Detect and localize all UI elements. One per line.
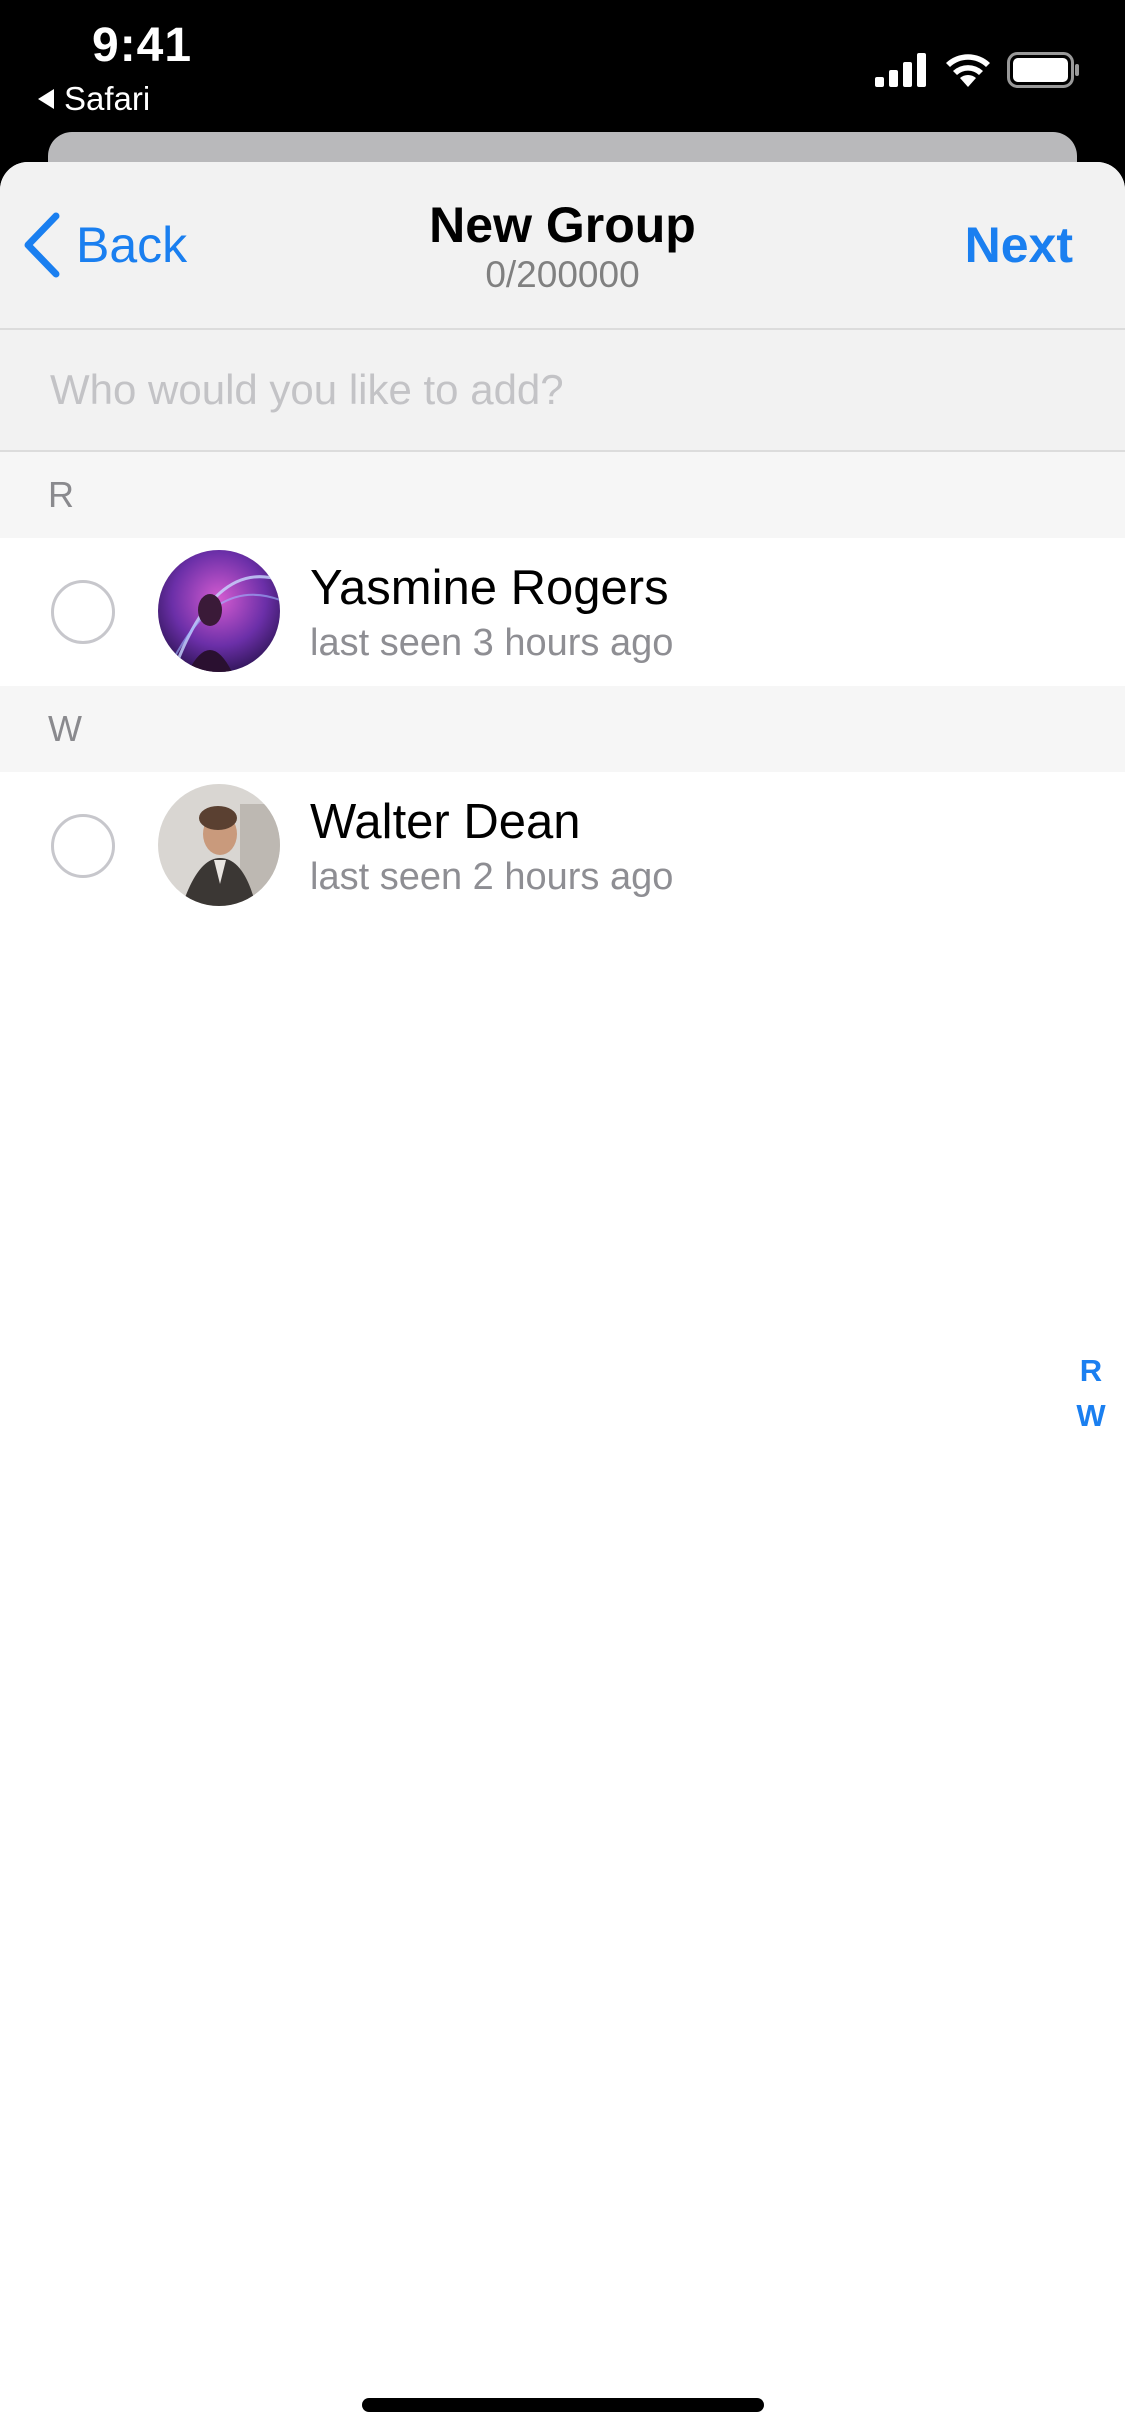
contact-name: Walter Dean — [310, 795, 581, 849]
status-icons — [875, 52, 1081, 88]
home-indicator — [362, 2398, 764, 2412]
index-letter-w[interactable]: W — [1076, 1393, 1105, 1438]
contact-name: Yasmine Rogers — [310, 561, 669, 615]
contact-row[interactable]: Walter Dean last seen 2 hours ago — [0, 772, 1125, 920]
wifi-icon — [946, 54, 990, 87]
next-button[interactable]: Next — [965, 216, 1073, 274]
cellular-signal-icon — [875, 53, 926, 87]
section-header-r: R — [0, 452, 1125, 538]
search-bar — [0, 330, 1125, 452]
page-title: New Group — [429, 197, 696, 253]
select-radio[interactable] — [51, 580, 115, 644]
member-count: 0/200000 — [485, 254, 640, 295]
back-to-app-link[interactable]: Safari — [38, 80, 150, 118]
contact-row[interactable]: Yasmine Rogers last seen 3 hours ago — [0, 538, 1125, 686]
avatar — [158, 550, 280, 672]
new-group-sheet: Back New Group 0/200000 Next R — [0, 162, 1125, 2436]
back-app-label: Safari — [64, 80, 151, 117]
back-triangle-icon — [38, 89, 54, 109]
search-input[interactable] — [50, 360, 1050, 420]
battery-icon — [1007, 52, 1079, 88]
avatar — [158, 784, 280, 906]
contact-last-seen: last seen 2 hours ago — [310, 856, 674, 898]
select-radio[interactable] — [51, 814, 115, 878]
contact-last-seen: last seen 3 hours ago — [310, 622, 674, 664]
status-time: 9:41 — [92, 19, 193, 72]
navigation-bar: Back New Group 0/200000 Next — [0, 162, 1125, 330]
index-letter-r[interactable]: R — [1080, 1348, 1102, 1393]
section-index: R W — [1073, 1348, 1109, 1438]
section-header-w: W — [0, 686, 1125, 772]
